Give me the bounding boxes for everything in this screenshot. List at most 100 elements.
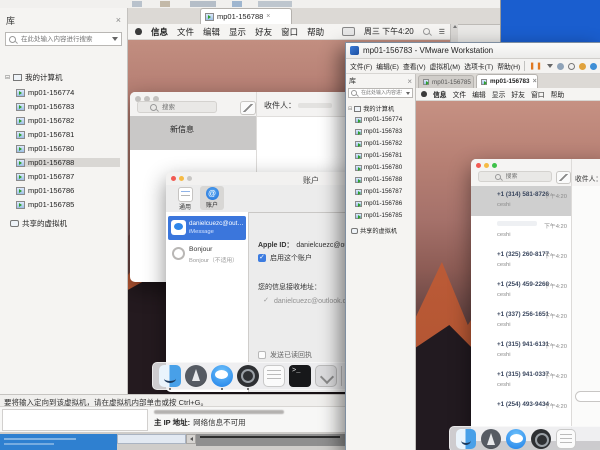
installer-icon[interactable] xyxy=(315,365,337,387)
menu-help[interactable]: 帮助(H) xyxy=(497,61,520,71)
titlebar[interactable]: mp01-156783 - VMware Workstation xyxy=(346,43,600,59)
tab-close-icon[interactable]: × xyxy=(533,78,537,85)
conversation-row[interactable]: +1 (315) 941-6131 下午4:20 ceshi xyxy=(471,336,571,366)
tree-item-shared-vms[interactable]: 共享的虚拟机 xyxy=(351,226,397,235)
menu-file[interactable]: 文件(F) xyxy=(350,61,372,71)
tree-item-vm[interactable]: mp01-156774 xyxy=(16,88,74,97)
hscroll-track[interactable] xyxy=(117,434,186,444)
tree-item-vm[interactable]: mp01-156786 xyxy=(355,200,402,207)
menu-messages[interactable]: 信息 xyxy=(433,89,447,99)
read-receipts-row[interactable]: 发送已读回执 xyxy=(258,350,312,360)
checkbox-gray-icon[interactable]: ✓ xyxy=(262,297,270,305)
reached-at-row[interactable]: ✓ danielcuezc@outlook.com xyxy=(262,297,356,305)
suspend-button[interactable]: ❚❚ xyxy=(529,62,543,70)
tree-item-vm[interactable]: mp01-156783 xyxy=(16,102,74,111)
compose-button[interactable] xyxy=(240,101,256,115)
checkbox-checked-icon[interactable]: ✓ xyxy=(258,254,266,262)
minimize-button[interactable] xyxy=(484,163,489,168)
snapshot-manager-icon[interactable] xyxy=(590,63,597,70)
terminal-icon[interactable] xyxy=(289,365,311,387)
notification-center-icon[interactable]: ☰ xyxy=(439,28,450,36)
library-search[interactable] xyxy=(5,32,122,46)
library-search-input[interactable] xyxy=(19,35,109,44)
tab-mp01-156785[interactable]: mp01-156785 × xyxy=(418,75,474,88)
tree-item-vm[interactable]: mp01-156785 xyxy=(16,200,74,209)
spotlight-icon[interactable] xyxy=(423,28,430,35)
tree-item-vm[interactable]: mp01-156782 xyxy=(16,116,74,125)
zoom-button[interactable] xyxy=(492,163,497,168)
menu-messages[interactable]: 信息 xyxy=(151,26,168,38)
enable-account-row[interactable]: ✓ 启用这个账户 xyxy=(258,253,312,263)
tree-item-vm[interactable]: mp01-156781 xyxy=(355,152,402,159)
message-input[interactable]: Message xyxy=(575,391,600,402)
tree-item-vm[interactable]: mp01-156786 xyxy=(16,186,74,195)
conversation-search-input[interactable] xyxy=(504,173,536,181)
textedit-icon[interactable] xyxy=(263,365,285,387)
tree-item-my-computer[interactable]: ⊟ 我的计算机 xyxy=(348,104,394,113)
prefs-tab-general[interactable]: 通用 xyxy=(174,187,196,211)
conversation-row[interactable]: +1 (315) 941-0337 下午4:20 ceshi xyxy=(471,366,571,396)
conversation-row[interactable]: 下午4:20 ceshi xyxy=(471,216,571,246)
tree-item-vm[interactable]: mp01-156781 xyxy=(16,130,74,139)
menu-buddies[interactable]: 好友 xyxy=(511,89,525,99)
tree-item-my-computer[interactable]: ⊟ 我的计算机 xyxy=(5,72,63,83)
tree-item-shared-vms[interactable]: 共享的虚拟机 xyxy=(10,218,67,229)
conversation-row[interactable]: +1 (254) 459-2268 下午4:20 ceshi xyxy=(471,276,571,306)
send-ctrl-alt-del-icon[interactable] xyxy=(557,63,564,70)
tree-item-vm[interactable]: mp01-156783 xyxy=(355,128,402,135)
messages-icon[interactable] xyxy=(211,365,233,387)
conversation-row[interactable]: +1 (314) 581-8726 下午4:20 ceshi xyxy=(471,186,571,216)
menu-file[interactable]: 文件 xyxy=(453,89,467,99)
compose-button[interactable] xyxy=(556,171,571,184)
menubar-clock[interactable]: 周三 下午4:20 xyxy=(364,26,414,37)
conversation-row[interactable]: +1 (325) 260-8177 下午4:20 ceshi xyxy=(471,246,571,276)
finder-icon[interactable] xyxy=(159,365,181,387)
conversation-row-selected[interactable]: 新信息 xyxy=(130,116,256,150)
library-close-icon[interactable]: × xyxy=(407,78,412,85)
menu-view[interactable]: 显示 xyxy=(229,26,246,38)
tree-item-vm[interactable]: mp01-156782 xyxy=(355,140,402,147)
search-dropdown-icon[interactable] xyxy=(406,92,410,95)
prefs-tab-accounts[interactable]: @ 账户 xyxy=(200,186,224,210)
app-wheel-icon[interactable] xyxy=(237,365,259,387)
launchpad-icon[interactable] xyxy=(185,365,207,387)
checkbox-unchecked-icon[interactable] xyxy=(258,351,266,359)
conversation-search[interactable] xyxy=(137,101,217,113)
menu-window[interactable]: 窗口 xyxy=(281,26,298,38)
library-search[interactable] xyxy=(348,88,413,98)
menu-window[interactable]: 窗口 xyxy=(531,89,545,99)
account-item-bonjour[interactable]: Bonjour Bonjour（不适用） xyxy=(168,242,246,266)
taskbar-active-task[interactable] xyxy=(0,434,117,450)
tab-mp01-156783[interactable]: mp01-156783 × xyxy=(476,74,538,88)
menu-view[interactable]: 显示 xyxy=(492,89,506,99)
messages-icon[interactable] xyxy=(506,429,526,449)
to-placeholder-smudge[interactable] xyxy=(298,103,332,108)
tab-mp01-156788[interactable]: mp01-156788 × xyxy=(200,8,292,24)
conversation-row[interactable]: +1 (254) 493-9434 下午4:20 xyxy=(471,396,571,426)
menu-tabs[interactable]: 选项卡(T) xyxy=(464,61,493,71)
conversation-row[interactable]: +1 (337) 256-1651 下午4:20 ceshi xyxy=(471,306,571,336)
menu-help[interactable]: 帮助 xyxy=(307,26,324,38)
menu-edit[interactable]: 编辑(E) xyxy=(376,61,399,71)
tree-item-vm[interactable]: mp01-156780 xyxy=(355,164,402,171)
apple-menu-icon[interactable] xyxy=(135,28,142,35)
search-dropdown-icon[interactable] xyxy=(112,37,118,41)
tree-item-vm[interactable]: mp01-156785 xyxy=(355,212,402,219)
menu-help[interactable]: 帮助 xyxy=(551,89,565,99)
menu-view[interactable]: 查看(V) xyxy=(403,61,426,71)
power-dropdown-icon[interactable] xyxy=(547,64,553,68)
conversation-search[interactable] xyxy=(478,171,552,182)
tree-item-vm[interactable]: mp01-156787 xyxy=(16,172,74,181)
tree-item-vm[interactable]: mp01-156780 xyxy=(16,144,74,153)
account-item-imessage[interactable]: danielcuezc@outlo… iMessage xyxy=(168,216,246,240)
menu-edit[interactable]: 编辑 xyxy=(472,89,486,99)
tree-item-vm-selected[interactable]: mp01-156788 xyxy=(16,158,120,167)
launchpad-icon[interactable] xyxy=(481,429,501,449)
conversation-search-input[interactable] xyxy=(160,103,204,112)
menu-extra-icon[interactable] xyxy=(342,27,355,36)
snapshot-clock-icon[interactable] xyxy=(568,63,575,70)
app-wheel-icon[interactable] xyxy=(531,429,551,449)
tree-item-vm[interactable]: mp01-156787 xyxy=(355,188,402,195)
menu-file[interactable]: 文件 xyxy=(177,26,194,38)
tree-item-vm[interactable]: mp01-156788 xyxy=(355,176,402,183)
